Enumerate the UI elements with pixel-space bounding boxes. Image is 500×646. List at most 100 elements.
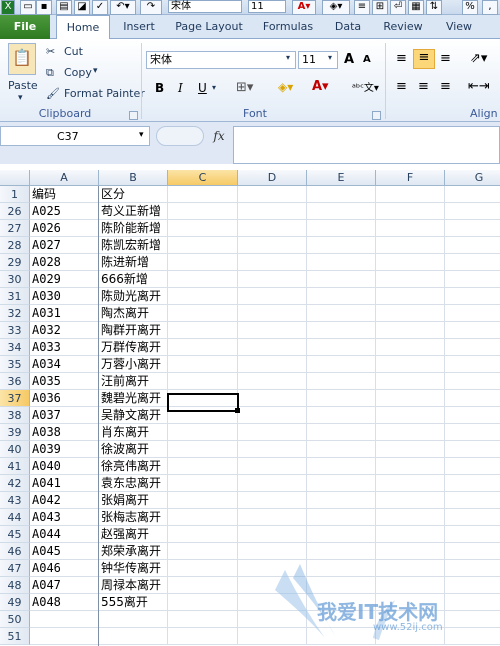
row-header[interactable]: 38 [0,407,30,424]
cell-empty[interactable] [238,458,307,475]
cell-empty[interactable] [238,424,307,441]
format-painter-button[interactable]: Format Painter [64,87,145,100]
cell-empty[interactable] [376,492,445,509]
cell-empty[interactable] [238,288,307,305]
paste-icon[interactable]: 📋 [8,43,36,75]
clipboard-launcher-icon[interactable] [129,111,138,120]
cell-category[interactable]: 徐亮伟离开 [99,458,168,475]
cell-empty[interactable] [376,458,445,475]
name-box[interactable]: C37 ▾ [0,126,150,146]
cell-empty[interactable] [445,220,500,237]
row-header[interactable]: 41 [0,458,30,475]
cell-code[interactable]: A025 [30,203,99,220]
redo-icon[interactable]: ↷ [140,0,162,15]
row-header[interactable]: 40 [0,441,30,458]
align-bottom-icon[interactable]: ≡ [440,51,451,66]
cell-code[interactable]: A045 [30,543,99,560]
underline-button[interactable]: U [198,81,207,95]
row-header[interactable]: 26 [0,203,30,220]
cell-empty[interactable] [168,373,238,390]
cell-empty[interactable] [307,356,376,373]
cell-category[interactable]: 陈勋光离开 [99,288,168,305]
row-header[interactable]: 31 [0,288,30,305]
fill-handle[interactable] [235,408,240,413]
cell-category[interactable]: 赵强离开 [99,526,168,543]
cell-code[interactable] [30,628,99,645]
cell-category[interactable]: 666新增 [99,271,168,288]
insert-function-button[interactable]: fx [208,127,230,145]
cell-empty[interactable] [376,407,445,424]
cell-code[interactable]: A032 [30,322,99,339]
row-header[interactable]: 29 [0,254,30,271]
cell-empty[interactable] [445,424,500,441]
cell-empty[interactable] [238,254,307,271]
cell-code[interactable]: A043 [30,509,99,526]
cell-empty[interactable] [238,492,307,509]
cell-category[interactable] [99,611,168,628]
cell-code[interactable]: A027 [30,237,99,254]
cell-empty[interactable] [238,407,307,424]
row-header[interactable]: 30 [0,271,30,288]
cell-empty[interactable] [307,271,376,288]
font-color-icon[interactable]: A▾ [292,0,316,15]
border-icon[interactable]: ▦ [408,0,424,15]
paste-dropdown-icon[interactable]: ▾ [18,93,23,103]
cell-code[interactable]: A044 [30,526,99,543]
cell-category[interactable]: 陶群开离开 [99,322,168,339]
cell-empty[interactable] [307,186,376,203]
row-header[interactable]: 28 [0,237,30,254]
column-header-b[interactable]: B [99,170,168,186]
cell-empty[interactable] [376,373,445,390]
cell-empty[interactable] [445,305,500,322]
row-header[interactable]: 49 [0,594,30,611]
cell-category[interactable]: 万蓉小离开 [99,356,168,373]
cell-code[interactable]: A029 [30,271,99,288]
row-header[interactable]: 42 [0,475,30,492]
cell-empty[interactable] [445,526,500,543]
cell-empty[interactable] [168,339,238,356]
tab-file[interactable]: File [0,15,50,39]
cell-empty[interactable] [168,288,238,305]
cell-code[interactable]: A042 [30,492,99,509]
formula-bar-expander[interactable] [156,126,204,146]
cell-empty[interactable] [307,203,376,220]
cell-empty[interactable] [168,594,238,611]
tab-review[interactable]: Review [378,15,428,39]
cell-empty[interactable] [238,509,307,526]
cell-category[interactable]: 苟义正新增 [99,203,168,220]
cell-code[interactable]: A037 [30,407,99,424]
cell-empty[interactable] [307,492,376,509]
name-box-dropdown-icon[interactable]: ▾ [139,130,144,140]
cell-code[interactable]: A041 [30,475,99,492]
cell-category[interactable]: 张娟离开 [99,492,168,509]
cell-empty[interactable] [168,526,238,543]
cell-empty[interactable] [445,322,500,339]
font-color-button-icon[interactable]: A▾ [312,79,329,94]
align-middle-icon[interactable]: ≡ [413,49,435,69]
formula-input[interactable] [233,126,500,164]
italic-button[interactable]: I [178,81,183,95]
cell-empty[interactable] [445,271,500,288]
merge-icon[interactable]: ⊞ [372,0,388,15]
cell-empty[interactable] [168,254,238,271]
font-size-dropdown-icon[interactable]: ▾ [328,53,332,62]
tab-home[interactable]: Home [56,15,110,41]
cell-empty[interactable] [376,390,445,407]
cell-empty[interactable] [168,475,238,492]
cell-empty[interactable] [376,237,445,254]
percent-icon[interactable]: % [462,0,478,15]
select-all-corner[interactable] [0,170,30,186]
cell-category[interactable]: 张梅志离开 [99,509,168,526]
cell-empty[interactable] [168,543,238,560]
cell-empty[interactable] [168,237,238,254]
align-center-icon[interactable]: ≡ [418,79,429,94]
cell-empty[interactable] [238,203,307,220]
cell-empty[interactable] [238,237,307,254]
cell-empty[interactable] [168,611,238,628]
cell-empty[interactable] [376,305,445,322]
tab-page-layout[interactable]: Page Layout [170,15,248,39]
cell-empty[interactable] [445,390,500,407]
open-icon[interactable]: ▭ [20,0,36,15]
cell-empty[interactable] [168,628,238,645]
sort-icon[interactable]: ⇅ [426,0,442,15]
